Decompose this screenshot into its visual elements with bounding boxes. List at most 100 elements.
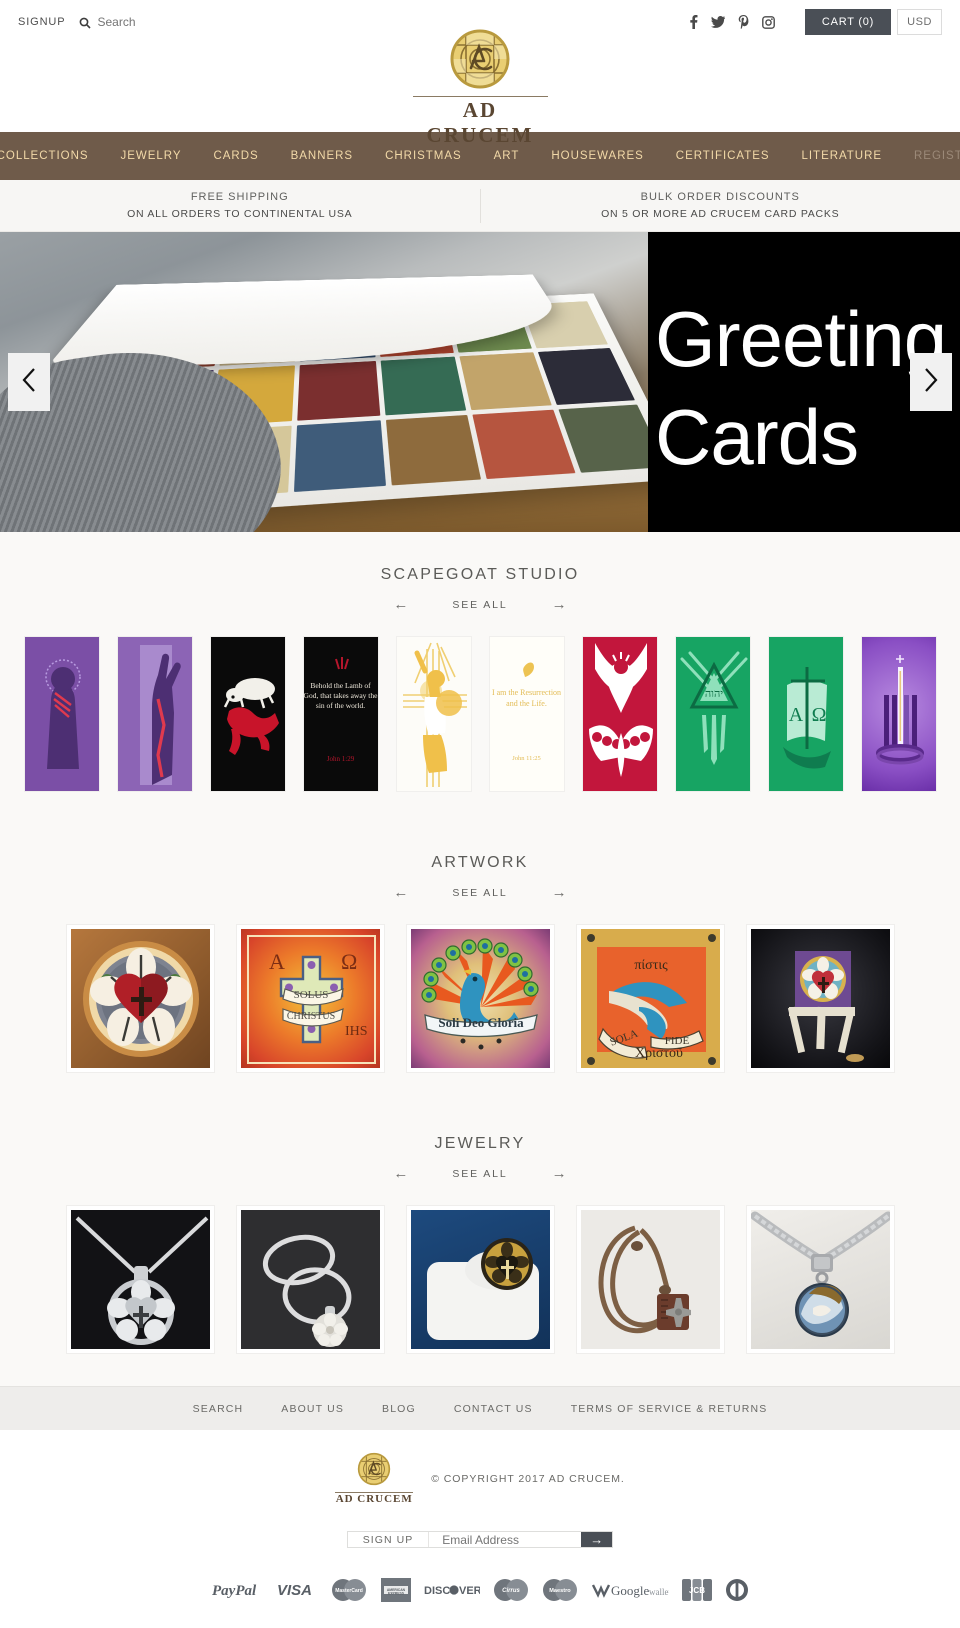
promo-bulk-discounts-sub: ON 5 OR MORE AD CRUCEM CARD PACKS [481, 206, 960, 223]
nav-item-literature[interactable]: LITERATURE [786, 150, 899, 162]
product-art-luther-rose-carved[interactable] [66, 924, 215, 1073]
section-header: JEWELRY ← SEE ALL → [0, 1135, 960, 1181]
svg-text:Cirrus: Cirrus [502, 1588, 520, 1594]
footer-logo[interactable]: AD CRUCEM [335, 1452, 413, 1505]
svg-text:Google: Google [611, 1583, 650, 1598]
arrow-left-icon[interactable]: ← [393, 1166, 408, 1181]
newsletter-email-input[interactable] [429, 1532, 581, 1547]
cart-button[interactable]: CART (0) [805, 9, 891, 35]
promo-free-shipping-sub: ON ALL ORDERS TO CONTINENTAL USA [0, 206, 480, 223]
nav-item-housewares[interactable]: HOUSEWARES [535, 150, 659, 162]
svg-text:PayPal: PayPal [212, 1583, 257, 1599]
twitter-icon[interactable] [711, 16, 725, 28]
nav-item-certificates[interactable]: CERTIFICATES [660, 150, 786, 162]
footer-link-blog[interactable]: BLOG [382, 1403, 416, 1415]
nav-item-art[interactable]: ART [478, 150, 536, 162]
currency-selector[interactable]: USD [897, 9, 942, 35]
footer-link-search[interactable]: SEARCH [193, 1403, 244, 1415]
svg-text:IHS: IHS [345, 1024, 368, 1039]
banner-ref-resurrection: John 11:25 [490, 755, 564, 762]
mastercard-icon: MasterCard [330, 1578, 368, 1602]
product-row-artwork: Α Ω SOLUS CHRISTUS IHS [0, 924, 960, 1105]
instagram-icon[interactable] [762, 16, 775, 29]
ad-crucem-logo-icon [357, 1452, 391, 1491]
nav-item-banners[interactable]: BANNERS [275, 150, 369, 162]
section-header: ARTWORK ← SEE ALL → [0, 854, 960, 900]
product-jewelry-leather-cross-necklace[interactable] [576, 1205, 725, 1354]
product-banner-green-tetragrammaton[interactable]: יהוה [675, 636, 751, 792]
nav-item-jewelry[interactable]: JEWELRY [105, 150, 198, 162]
svg-text:DISC: DISC [424, 1585, 450, 1597]
hero-slider: Greeting Cards [0, 232, 960, 532]
visa-icon: VISA [277, 1581, 317, 1599]
product-jewelry-gold-luther-rose-ring[interactable] [406, 1205, 555, 1354]
facebook-icon[interactable] [689, 15, 698, 29]
arrow-right-icon[interactable]: → [552, 597, 567, 612]
search-input[interactable] [97, 15, 217, 29]
product-art-solus-christus-cross[interactable]: Α Ω SOLUS CHRISTUS IHS [236, 924, 385, 1073]
pinterest-icon[interactable] [738, 15, 749, 29]
product-row-banners: Behold the Lamb of God, that takes away … [0, 636, 960, 824]
promo-free-shipping-title: FREE SHIPPING [0, 189, 480, 206]
arrow-right-icon[interactable]: → [552, 1166, 567, 1181]
product-jewelry-christ-cabochon-pendant[interactable] [746, 1205, 895, 1354]
product-banner-black-lamb-world[interactable] [210, 636, 286, 792]
product-banner-gold-risen-christ[interactable] [396, 636, 472, 792]
footer-main: AD CRUCEM © COPYRIGHT 2017 AD CRUCEM. SI… [0, 1430, 960, 1628]
product-banner-purple-raised-hand[interactable] [117, 636, 193, 792]
nav-item-christmas[interactable]: CHRISTMAS [369, 150, 478, 162]
product-banner-purple-figure-halo[interactable] [24, 636, 100, 792]
banner-ref-behold: John 1:29 [304, 755, 378, 763]
product-row-jewelry [0, 1205, 960, 1386]
product-banner-green-alpha-omega-ship[interactable]: Α Ω [768, 636, 844, 792]
footer-logo-wordmark: AD CRUCEM [335, 1492, 413, 1505]
banner-text-behold: Behold the Lamb of God, that takes away … [304, 681, 378, 711]
footer-link-terms[interactable]: TERMS OF SERVICE & RETURNS [571, 1403, 768, 1415]
section-header: SCAPEGOAT STUDIO ← SEE ALL → [0, 566, 960, 612]
product-banner-behold-the-lamb[interactable]: Behold the Lamb of God, that takes away … [303, 636, 379, 792]
hero-next-button[interactable] [910, 353, 952, 411]
svg-text:Χριστοῦ: Χριστοῦ [635, 1046, 683, 1061]
svg-text:Α: Α [788, 704, 803, 726]
product-art-soli-deo-gloria-peacock[interactable]: Soli Deo Gloria [406, 924, 555, 1073]
hero-prev-button[interactable] [8, 353, 50, 411]
footer-link-about-us[interactable]: ABOUT US [281, 1403, 344, 1415]
nav-item-register-login[interactable]: REGISTER / LOGIN [898, 150, 960, 162]
newsletter-submit-button[interactable]: → [581, 1532, 612, 1547]
site-logo[interactable]: AD CRUCEM [0, 44, 960, 132]
signup-link[interactable]: SIGNUP [18, 16, 65, 28]
social-links [689, 15, 775, 29]
product-banner-red-pentecost-dove[interactable] [582, 636, 658, 792]
product-jewelry-silver-luther-rose-pendant[interactable] [66, 1205, 215, 1354]
arrow-left-icon[interactable]: ← [393, 885, 408, 900]
hero-photo [0, 232, 648, 532]
svg-text:wallet: wallet [649, 1587, 669, 1597]
see-all-scapegoat-studio[interactable]: SEE ALL [452, 599, 507, 611]
arrow-right-icon[interactable]: → [552, 885, 567, 900]
cirrus-icon: Cirrus [493, 1578, 529, 1602]
section-controls: ← SEE ALL → [0, 1166, 960, 1181]
nav-item-cards[interactable]: CARDS [197, 150, 274, 162]
product-art-mini-luther-rose-easel[interactable] [746, 924, 895, 1073]
promo-bar: FREE SHIPPING ON ALL ORDERS TO CONTINENT… [0, 180, 960, 232]
section-title-jewelry: JEWELRY [0, 1135, 960, 1153]
diners-club-icon [725, 1578, 749, 1602]
arrow-left-icon[interactable]: ← [393, 597, 408, 612]
search-icon [79, 16, 91, 28]
svg-text:VISA: VISA [277, 1582, 312, 1599]
discover-icon: DISCVER [424, 1581, 480, 1599]
product-jewelry-small-rose-pendant-chain[interactable] [236, 1205, 385, 1354]
chevron-right-icon [923, 367, 939, 398]
see-all-artwork[interactable]: SEE ALL [452, 887, 507, 899]
svg-text:Maestro: Maestro [549, 1588, 571, 1594]
footer-link-contact-us[interactable]: CONTACT US [454, 1403, 533, 1415]
nav-item-collections[interactable]: COLLECTIONS [0, 150, 105, 162]
search-field[interactable] [79, 15, 217, 29]
section-scapegoat-studio: SCAPEGOAT STUDIO ← SEE ALL → [0, 532, 960, 824]
product-art-sola-fide-swallow[interactable]: πίστις SOLA FIDE Χριστοῦ [576, 924, 725, 1073]
product-banner-resurrection-and-life[interactable]: I am the Resurrection and the Life. John… [489, 636, 565, 792]
svg-text:Ω: Ω [341, 949, 357, 974]
section-jewelry: JEWELRY ← SEE ALL → [0, 1105, 960, 1386]
see-all-jewelry[interactable]: SEE ALL [452, 1168, 507, 1180]
product-banner-purple-advent-candles[interactable] [861, 636, 937, 792]
